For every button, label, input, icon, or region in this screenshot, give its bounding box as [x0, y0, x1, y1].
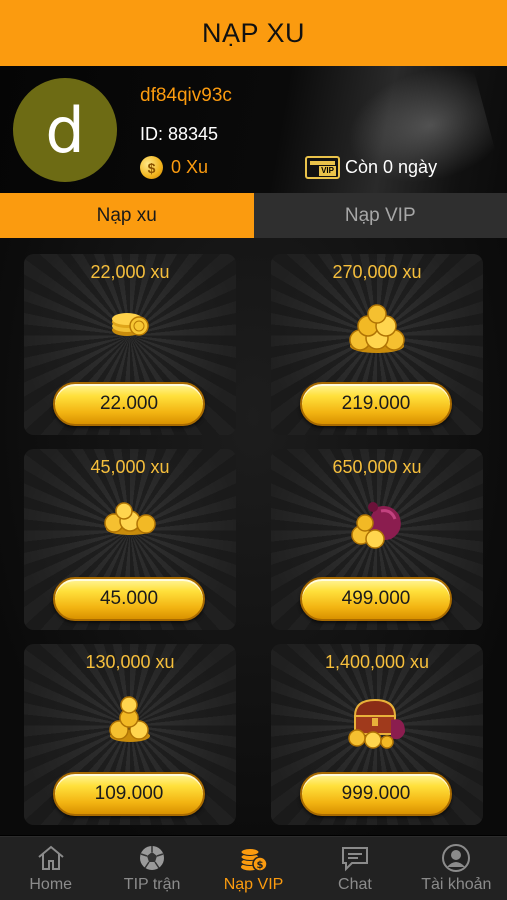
- coin-pile-icon: [102, 499, 158, 544]
- page-title: NẠP XU: [201, 17, 306, 48]
- home-icon: [36, 842, 66, 874]
- profile-panel: d df84qiv93c ID: 88345 $ 0 Xu VIP Còn 0 …: [0, 66, 507, 193]
- package-card: 22,000 xu 22.000: [24, 254, 236, 435]
- package-card: 1,400,000 xu 999.000: [271, 644, 483, 825]
- buy-button[interactable]: 45.000: [53, 577, 205, 621]
- nav-nap-vip[interactable]: $ Nạp VIP: [203, 837, 304, 900]
- package-title: 130,000 xu: [85, 652, 175, 672]
- buy-button[interactable]: 999.000: [300, 772, 452, 816]
- treasure-chest-icon: [345, 694, 409, 755]
- user-icon: [441, 842, 471, 874]
- vip-days-remaining: Còn 0 ngày: [345, 157, 438, 177]
- nav-label: Chat: [338, 876, 372, 893]
- coin-icon: $: [140, 156, 163, 179]
- large-coin-pile-icon: [346, 304, 408, 361]
- username: df84qiv93c: [140, 85, 232, 106]
- tab-bar: Nạp xu Nạp VIP: [0, 193, 507, 238]
- package-title: 650,000 xu: [332, 457, 422, 477]
- coin-bag-icon: [347, 499, 407, 554]
- package-title: 22,000 xu: [90, 262, 170, 282]
- package-card: 270,000 xu 219.000: [271, 254, 483, 435]
- buy-button[interactable]: 499.000: [300, 577, 452, 621]
- buy-button[interactable]: 109.000: [53, 772, 205, 816]
- buy-button[interactable]: 219.000: [300, 382, 452, 426]
- buy-button[interactable]: 22.000: [53, 382, 205, 426]
- top-header: NẠP XU: [0, 0, 507, 66]
- coin-balance: $ 0 Xu: [140, 156, 208, 179]
- package-title: 270,000 xu: [332, 262, 422, 282]
- nav-chat[interactable]: Chat: [304, 837, 405, 900]
- coin-tower-icon: [105, 694, 155, 749]
- vip-badge-label: VIP: [319, 166, 336, 176]
- small-coin-stack-icon: [105, 304, 155, 345]
- nav-tip-tran[interactable]: TIP trận: [101, 837, 202, 900]
- nav-label: Home: [29, 876, 73, 893]
- nav-home[interactable]: Home: [0, 837, 101, 900]
- package-title: 45,000 xu: [90, 457, 170, 477]
- soccer-ball-icon: [138, 842, 166, 874]
- balance-value: 0 Xu: [171, 157, 209, 177]
- svg-text:$: $: [256, 860, 263, 871]
- vip-status: VIP Còn 0 ngày: [305, 156, 437, 179]
- vip-card-icon: VIP: [305, 156, 340, 179]
- bottom-nav: Home TIP trận $ Nạp VIP Chat Tài khoản: [0, 836, 507, 900]
- tab-nap-vip[interactable]: Nạp VIP: [253, 193, 507, 238]
- nav-label: Nạp VIP: [223, 876, 284, 893]
- coin-stack-icon: $: [239, 842, 269, 874]
- user-id: ID: 88345: [140, 124, 219, 144]
- nav-label: TIP trận: [123, 876, 181, 893]
- package-card: 45,000 xu 45.000: [24, 449, 236, 630]
- package-grid: 22,000 xu 22.000 270,000 xu 219.000 45,0…: [0, 238, 507, 835]
- tab-nap-xu[interactable]: Nạp xu: [0, 193, 254, 238]
- package-title: 1,400,000 xu: [324, 652, 430, 672]
- package-card: 650,000 xu 499.000: [271, 449, 483, 630]
- chat-icon: [340, 842, 370, 874]
- avatar[interactable]: d: [13, 78, 117, 182]
- package-card: 130,000 xu 109.000: [24, 644, 236, 825]
- nav-label: Tài khoản: [421, 876, 492, 893]
- nav-tai-khoan[interactable]: Tài khoản: [406, 837, 507, 900]
